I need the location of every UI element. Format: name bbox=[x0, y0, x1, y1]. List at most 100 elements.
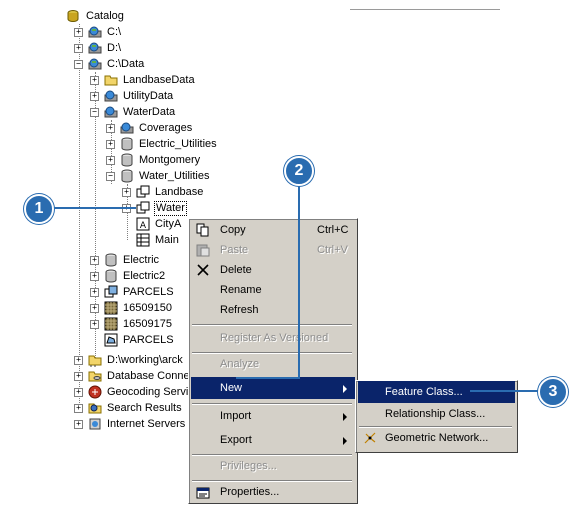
callout-1-badge: 1 bbox=[24, 194, 54, 224]
tree-label: WaterData bbox=[123, 106, 176, 118]
expand-plus-icon[interactable]: + bbox=[90, 256, 99, 265]
menu-item-privileges[interactable]: Privileges... bbox=[191, 455, 355, 477]
geodatabase-icon bbox=[104, 106, 118, 118]
expand-plus-icon[interactable]: + bbox=[74, 44, 83, 53]
expand-plus-icon[interactable]: + bbox=[74, 420, 83, 429]
expand-plus-icon[interactable]: + bbox=[74, 372, 83, 381]
collapse-minus-icon[interactable]: − bbox=[74, 60, 83, 69]
top-divider-line bbox=[350, 9, 500, 10]
collapse-minus-icon[interactable]: − bbox=[90, 108, 99, 117]
refresh-label: Refresh bbox=[220, 304, 259, 316]
menu-item-refresh[interactable]: Refresh bbox=[191, 299, 355, 321]
properties-icon bbox=[196, 487, 210, 499]
database-cylinder-icon bbox=[105, 269, 117, 283]
expand-plus-icon[interactable]: + bbox=[90, 76, 99, 85]
callout-2-line bbox=[236, 377, 300, 379]
callout-2-badge: 2 bbox=[284, 156, 314, 186]
database-connections-icon bbox=[88, 371, 102, 382]
database-cylinder-icon bbox=[105, 253, 117, 267]
catalog-icon bbox=[67, 10, 79, 23]
paste-shortcut: Ctrl+V bbox=[317, 244, 348, 256]
tree-label: Electric_Utilities bbox=[139, 138, 217, 150]
tree-label: 16509150 bbox=[123, 302, 172, 314]
tree-label: Geocoding Servi bbox=[107, 386, 189, 398]
tree-label: 16509175 bbox=[123, 318, 172, 330]
expand-plus-icon[interactable]: + bbox=[74, 356, 83, 365]
tree-label: PARCELS bbox=[123, 334, 174, 346]
expand-plus-icon[interactable]: + bbox=[106, 124, 115, 133]
properties-label: Properties... bbox=[220, 486, 280, 498]
tree-label: Catalog bbox=[86, 10, 124, 22]
expand-plus-icon[interactable]: + bbox=[74, 388, 83, 397]
folder-icon bbox=[104, 75, 118, 86]
menu-item-new[interactable]: New bbox=[191, 377, 355, 399]
tree-label: Electric2 bbox=[123, 270, 166, 282]
paste-icon bbox=[196, 244, 210, 257]
expand-plus-icon[interactable]: + bbox=[90, 320, 99, 329]
polygon-feature-class-icon bbox=[104, 333, 118, 347]
coverages-icon bbox=[120, 122, 134, 134]
expand-plus-icon[interactable]: + bbox=[90, 92, 99, 101]
feature-dataset-icon bbox=[136, 185, 150, 198]
feature-dataset-icon bbox=[136, 201, 150, 214]
tree-label: Coverages bbox=[139, 122, 193, 134]
menu-item-analyze[interactable]: Analyze bbox=[191, 353, 355, 375]
menu-item-register-as-versioned[interactable]: Register As Versioned bbox=[191, 327, 355, 349]
copy-shortcut: Ctrl+C bbox=[317, 224, 349, 236]
drive-icon bbox=[88, 42, 102, 54]
menu-item-geometric-network[interactable]: Geometric Network... bbox=[358, 427, 515, 449]
expand-plus-icon[interactable]: + bbox=[90, 288, 99, 297]
expand-plus-icon[interactable]: + bbox=[106, 140, 115, 149]
menu-item-import[interactable]: Import bbox=[191, 405, 355, 427]
rename-label: Rename bbox=[220, 284, 262, 296]
expand-plus-icon[interactable]: + bbox=[74, 404, 83, 413]
tree-label: D:\working\arck bbox=[107, 354, 183, 366]
expand-plus-icon[interactable]: + bbox=[106, 156, 115, 165]
expand-plus-icon[interactable]: + bbox=[90, 272, 99, 281]
expand-plus-icon[interactable]: + bbox=[74, 28, 83, 37]
raster-icon bbox=[104, 317, 118, 331]
import-label: Import bbox=[220, 410, 252, 422]
collapse-minus-icon[interactable]: − bbox=[106, 172, 115, 181]
menu-item-export[interactable]: Export bbox=[191, 429, 355, 451]
menu-label: Copy bbox=[220, 219, 246, 241]
delete-x-icon bbox=[197, 264, 209, 276]
internet-servers-icon bbox=[89, 418, 101, 430]
tree-label: LandbaseData bbox=[123, 74, 195, 86]
table-icon bbox=[136, 233, 150, 247]
expand-plus-icon[interactable]: + bbox=[90, 304, 99, 313]
submenu-arrow-icon bbox=[343, 437, 347, 445]
menu-item-relationship-class[interactable]: Relationship Class... bbox=[358, 403, 515, 425]
tree-label: Electric bbox=[123, 254, 160, 266]
delete-label: Delete bbox=[220, 264, 252, 276]
menu-item-feature-class[interactable]: Feature Class... bbox=[358, 381, 515, 403]
search-results-icon bbox=[88, 403, 102, 414]
tree-label: Water_Utilities bbox=[139, 170, 210, 182]
copy-icon bbox=[196, 223, 209, 237]
menu-item-rename[interactable]: Rename bbox=[191, 279, 355, 301]
tree-label: Montgomery bbox=[139, 154, 201, 166]
geocoding-icon bbox=[88, 385, 102, 399]
menu-item-copy[interactable]: Copy Ctrl+C bbox=[191, 219, 355, 241]
copy-label: Copy bbox=[220, 224, 246, 236]
database-cylinder-icon bbox=[121, 153, 133, 167]
menu-item-properties[interactable]: Properties... bbox=[191, 481, 355, 503]
submenu-arrow-icon bbox=[343, 385, 347, 393]
svg-text:A: A bbox=[140, 221, 147, 231]
folder-connection-icon bbox=[88, 355, 102, 367]
relationship-class-label: Relationship Class... bbox=[385, 408, 486, 420]
new-label: New bbox=[220, 382, 243, 394]
tree-label: CityA bbox=[155, 218, 182, 230]
menu-item-delete[interactable]: Delete bbox=[191, 259, 355, 281]
context-menu: Copy Ctrl+C Paste Ctrl+V Delete Rename R… bbox=[188, 218, 358, 504]
tree-label: PARCELS bbox=[123, 286, 174, 298]
expand-plus-icon[interactable]: + bbox=[122, 188, 131, 197]
menu-item-paste[interactable]: Paste Ctrl+V bbox=[191, 239, 355, 261]
paste-label: Paste bbox=[220, 244, 249, 256]
callout-2-line bbox=[298, 178, 300, 379]
tree-label: Internet Servers bbox=[107, 418, 186, 430]
tree-label: C:\ bbox=[107, 26, 122, 38]
tree-label: C:\Data bbox=[107, 58, 145, 70]
geometric-network-label: Geometric Network... bbox=[385, 432, 489, 444]
tree-label-selected: Water bbox=[154, 201, 187, 216]
